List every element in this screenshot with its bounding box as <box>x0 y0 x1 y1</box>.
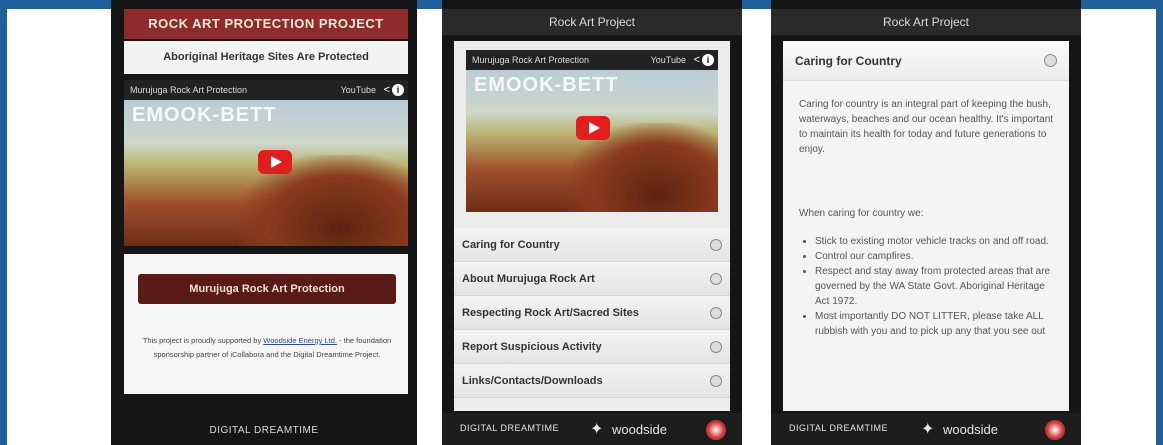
video-title[interactable]: Murujuga Rock Art Protection <box>130 82 348 98</box>
menu-item-respecting-rock-art[interactable]: Respecting Rock Art/Sacred Sites <box>454 296 730 330</box>
page-title: Rock Art Project <box>442 9 742 35</box>
minus-icon[interactable] <box>1044 54 1057 67</box>
share-icon[interactable]: < <box>384 83 390 97</box>
video-player[interactable]: Murujuga Rock Art Protection YouTube < i… <box>466 50 718 212</box>
list-item: Stick to existing motor vehicle tracks o… <box>815 234 1055 249</box>
support-text: This project is proudly supported by Woo… <box>138 334 396 362</box>
list-item: Respect and stay away from protected are… <box>815 264 1055 309</box>
info-icon[interactable]: i <box>392 84 404 96</box>
phone-screen-caring-for-country: Rock Art Project Caring for Country Cari… <box>771 0 1081 445</box>
project-subtitle: Aboriginal Heritage Sites Are Protected <box>124 41 408 74</box>
phone-screen-home: ROCK ART PROTECTION PROJECT Aboriginal H… <box>111 0 417 445</box>
play-icon[interactable] <box>576 116 610 140</box>
plus-icon[interactable] <box>710 273 722 285</box>
video-overlay-text: EMOOK-BETT <box>474 74 619 96</box>
menu-item-label: Respecting Rock Art/Sacred Sites <box>462 307 639 319</box>
phone-screen-menu: Rock Art Project Murujuga Rock Art Prote… <box>442 0 742 445</box>
section-header[interactable]: Caring for Country <box>783 41 1069 81</box>
list-item: Most importantly DO NOT LITTER, please t… <box>815 309 1055 339</box>
plus-icon[interactable] <box>710 239 722 251</box>
video-player[interactable]: Murujuga Rock Art Protection YouTube < i… <box>124 80 408 246</box>
sponsor-footer: DIGITAL DREAMTIME ✦ woodside <box>771 413 1081 445</box>
right-frame-bar <box>1156 0 1163 445</box>
youtube-label[interactable]: YouTube <box>651 52 686 68</box>
video-title[interactable]: Murujuga Rock Art Protection <box>472 52 658 68</box>
menu-item-label: Links/Contacts/Downloads <box>462 375 603 387</box>
caring-list: Stick to existing motor vehicle tracks o… <box>815 234 1055 339</box>
menu-item-label: About Murujuga Rock Art <box>462 273 595 285</box>
section-title: Caring for Country <box>795 54 902 68</box>
content-panel: Caring for Country Caring for country is… <box>783 41 1069 411</box>
roundel-logo-icon <box>706 420 726 440</box>
plus-icon[interactable] <box>710 307 722 319</box>
paragraph-intro: Caring for country is an integral part o… <box>799 99 1054 155</box>
roundel-logo-icon <box>1045 420 1065 440</box>
rock-art-protection-button[interactable]: Murujuga Rock Art Protection <box>138 274 396 304</box>
digital-dreamtime-logo: DIGITAL DREAMTIME <box>460 423 560 433</box>
play-icon[interactable] <box>258 150 292 174</box>
woodside-logo-text: woodside <box>612 422 667 437</box>
info-icon[interactable]: i <box>702 54 714 66</box>
share-icon[interactable]: < <box>694 53 700 67</box>
woodside-link[interactable]: Woodside Energy Ltd. <box>263 336 337 345</box>
menu-item-report-suspicious[interactable]: Report Suspicious Activity <box>454 330 730 364</box>
menu-item-about-murujuga[interactable]: About Murujuga Rock Art <box>454 262 730 296</box>
woodside-logo-icon: ✦ <box>590 421 604 438</box>
left-frame-bar <box>0 0 7 445</box>
digital-dreamtime-footer: DIGITAL DREAMTIME <box>209 425 319 436</box>
video-overlay-text: EMOOK-BETT <box>132 104 277 126</box>
plus-icon[interactable] <box>710 375 722 387</box>
page-title: Rock Art Project <box>771 9 1081 35</box>
sponsor-footer: DIGITAL DREAMTIME ✦ woodside <box>442 413 742 445</box>
menu-item-caring-for-country[interactable]: Caring for Country <box>454 228 730 262</box>
info-card: Murujuga Rock Art Protection This projec… <box>124 254 408 394</box>
plus-icon[interactable] <box>710 341 722 353</box>
youtube-label[interactable]: YouTube <box>341 82 376 98</box>
woodside-logo-icon: ✦ <box>921 421 935 438</box>
menu-item-label: Caring for Country <box>462 239 560 251</box>
project-banner: ROCK ART PROTECTION PROJECT <box>124 9 408 39</box>
menu-item-links-contacts[interactable]: Links/Contacts/Downloads <box>454 364 730 398</box>
list-item: Control our campfires. <box>815 249 1055 264</box>
woodside-logo-text: woodside <box>943 422 998 437</box>
support-text-before: This project is proudly supported by <box>142 336 264 345</box>
menu-item-label: Report Suspicious Activity <box>462 341 602 353</box>
section-menu: Caring for Country About Murujuga Rock A… <box>454 228 730 398</box>
digital-dreamtime-logo: DIGITAL DREAMTIME <box>789 423 889 433</box>
paragraph-caring: When caring for country we: <box>799 208 924 219</box>
